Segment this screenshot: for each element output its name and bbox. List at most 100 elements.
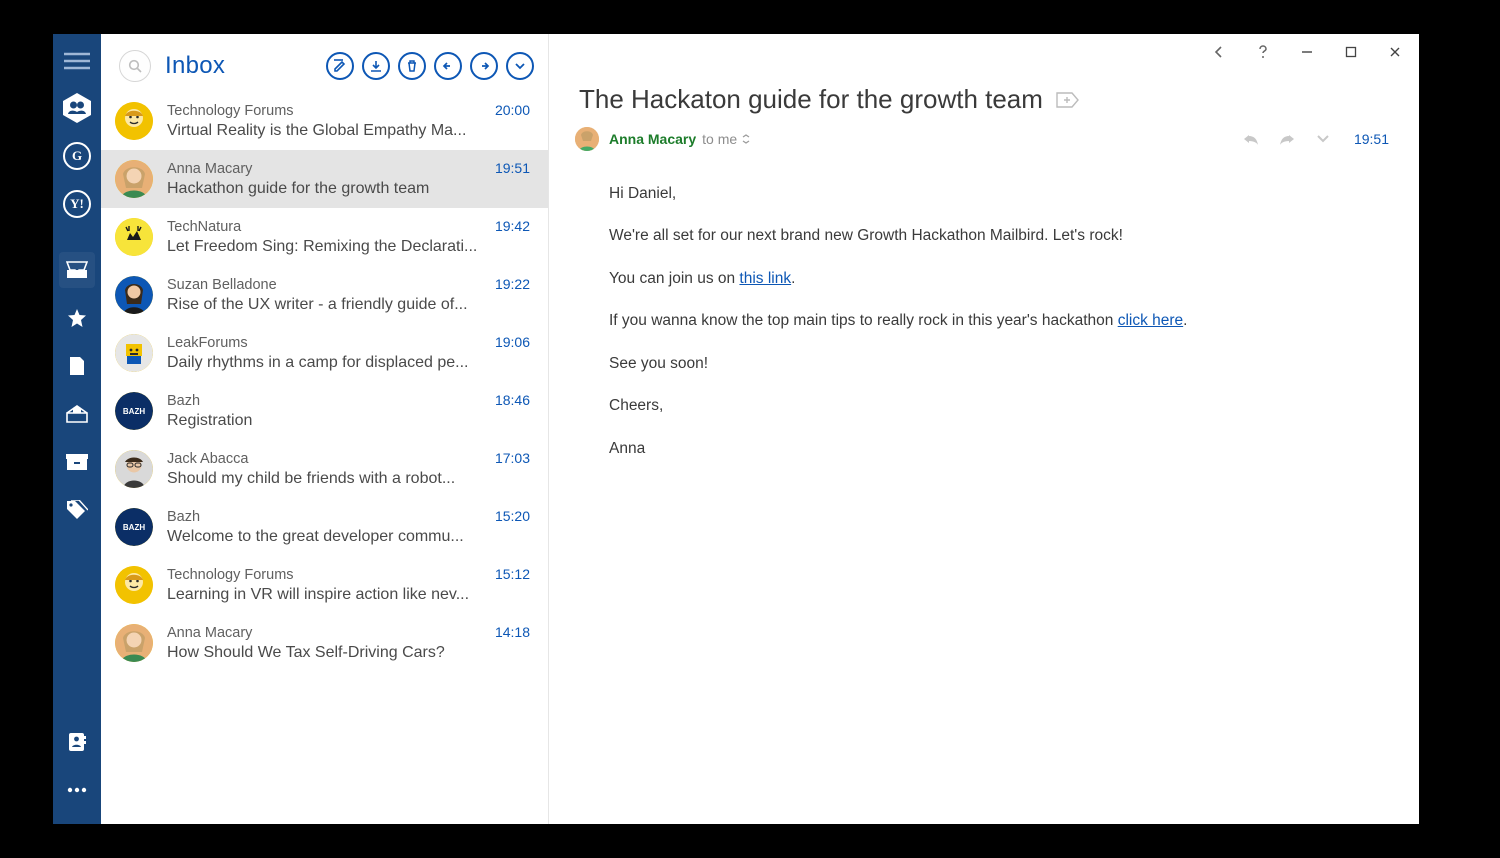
message-item[interactable]: TechNatura 19:42 Let Freedom Sing: Remixin… xyxy=(101,208,548,266)
message-sender: Anna Macary xyxy=(167,161,252,177)
sender-avatar xyxy=(575,127,599,151)
app-window: G Y! xyxy=(53,34,1419,824)
back-button[interactable] xyxy=(1201,38,1237,66)
message-list-pane: Inbox Technology Forums 20:00 Virtual Real… xyxy=(101,34,549,824)
message-sender: TechNatura xyxy=(167,219,241,235)
trash-icon xyxy=(405,59,419,73)
message-sender: Jack Abacca xyxy=(167,451,248,467)
message-time: 19:51 xyxy=(495,160,530,176)
nav-more[interactable] xyxy=(59,772,95,808)
nav-contacts[interactable] xyxy=(59,724,95,760)
hamburger-menu-button[interactable] xyxy=(64,52,90,70)
maximize-button[interactable] xyxy=(1333,38,1369,66)
message-subject: Virtual Reality is the Global Empathy Ma… xyxy=(167,122,530,140)
message-sender: LeakForums xyxy=(167,335,248,351)
folder-title: Inbox xyxy=(165,52,225,80)
compose-button[interactable] xyxy=(326,52,354,80)
list-header: Inbox xyxy=(101,34,548,92)
tips-link[interactable]: click here xyxy=(1118,312,1183,329)
reply-button[interactable] xyxy=(434,52,462,80)
search-icon xyxy=(128,59,142,73)
more-actions-button[interactable] xyxy=(506,52,534,80)
message-item[interactable]: BAZHBazh15:20Welcome to the great develo… xyxy=(101,498,548,556)
nav-sent[interactable] xyxy=(59,396,95,432)
download-icon xyxy=(369,59,383,73)
chevron-down-icon xyxy=(513,59,527,73)
message-subject: Should my child be friends with a robot.… xyxy=(167,470,530,488)
message-subject: Rise of the UX writer - a friendly guide… xyxy=(167,296,530,314)
message-subject: Learning in VR will inspire action like … xyxy=(167,586,530,604)
minimize-button[interactable] xyxy=(1289,38,1325,66)
reply-icon xyxy=(441,59,455,73)
message-time: 17:03 xyxy=(495,450,530,466)
message-subject: Registration xyxy=(167,412,530,430)
body-p4: See you soon! xyxy=(609,353,1389,375)
message-time: 15:12 xyxy=(495,566,530,582)
expand-meta-button[interactable] xyxy=(741,133,755,145)
nav-archive[interactable] xyxy=(59,444,95,480)
message-time: 20:00 xyxy=(495,102,530,118)
email-time: 19:51 xyxy=(1354,131,1389,147)
email-reply-button[interactable] xyxy=(1240,129,1262,149)
message-time: 19:22 xyxy=(495,276,530,292)
svg-text:BAZH: BAZH xyxy=(123,407,145,416)
search-button[interactable] xyxy=(119,50,151,82)
avatar xyxy=(115,102,153,140)
message-item[interactable]: Anna Macary 14:18 How Should We Tax Self-D… xyxy=(101,614,548,672)
message-sender: Technology Forums xyxy=(167,567,294,583)
nav-drafts[interactable] xyxy=(59,348,95,384)
body-p6: Anna xyxy=(609,438,1389,460)
delete-button[interactable] xyxy=(398,52,426,80)
message-time: 15:20 xyxy=(495,508,530,524)
add-label-button[interactable] xyxy=(1055,90,1081,110)
email-subject: The Hackaton guide for the growth team xyxy=(579,84,1043,115)
close-button[interactable] xyxy=(1377,38,1413,66)
message-time: 19:42 xyxy=(495,218,530,234)
google-account-icon: G xyxy=(63,142,91,170)
forward-button[interactable] xyxy=(470,52,498,80)
chevron-down-icon xyxy=(1316,134,1330,144)
avatar: BAZH xyxy=(115,392,153,430)
nav-tags[interactable] xyxy=(59,492,95,528)
help-button[interactable] xyxy=(1245,38,1281,66)
body-greeting: Hi Daniel, xyxy=(609,183,1389,205)
message-subject: Daily rhythms in a camp for displaced pe… xyxy=(167,354,530,372)
recipient-label: to me xyxy=(702,131,737,147)
account-google[interactable]: G xyxy=(59,138,95,174)
email-body: Hi Daniel, We're all set for our next br… xyxy=(549,159,1419,510)
account-all[interactable] xyxy=(59,90,95,126)
email-more-button[interactable] xyxy=(1312,129,1334,149)
message-list[interactable]: Technology Forums 20:00 Virtual Reality is… xyxy=(101,92,548,824)
message-item[interactable]: Anna Macary 19:51 Hackathon guide for the … xyxy=(101,150,548,208)
sender-name[interactable]: Anna Macary xyxy=(609,131,696,147)
body-p2: You can join us on this link. xyxy=(609,268,1389,290)
message-time: 14:18 xyxy=(495,624,530,640)
archive-button[interactable] xyxy=(362,52,390,80)
body-p5: Cheers, xyxy=(609,395,1389,417)
content-pane: The Hackaton guide for the growth team A… xyxy=(549,34,1419,824)
avatar xyxy=(115,334,153,372)
avatar xyxy=(115,624,153,662)
forward-icon xyxy=(1278,132,1296,146)
message-sender: Anna Macary xyxy=(167,625,252,641)
message-subject: How Should We Tax Self-Driving Cars? xyxy=(167,644,530,662)
message-item[interactable]: BAZHBazh18:46Registration xyxy=(101,382,548,440)
email-header: The Hackaton guide for the growth team xyxy=(549,70,1419,125)
join-link[interactable]: this link xyxy=(739,270,791,287)
nav-inbox[interactable] xyxy=(59,252,95,288)
avatar xyxy=(115,450,153,488)
email-forward-button[interactable] xyxy=(1276,129,1298,149)
message-subject: Let Freedom Sing: Remixing the Declarati… xyxy=(167,238,530,256)
svg-text:BAZH: BAZH xyxy=(123,523,145,532)
message-item[interactable]: Suzan Belladone19:22Rise of the UX write… xyxy=(101,266,548,324)
message-item[interactable]: LeakForums19:06Daily rhythms in a camp f… xyxy=(101,324,548,382)
message-item[interactable]: Jack Abacca 17:03 Should my child be frien… xyxy=(101,440,548,498)
message-item[interactable]: Technology Forums 15:12 Learning in VR wil… xyxy=(101,556,548,614)
nav-starred[interactable] xyxy=(59,300,95,336)
message-item[interactable]: Technology Forums20:00Virtual Reality is… xyxy=(101,92,548,150)
avatar xyxy=(115,160,153,198)
account-yahoo[interactable]: Y! xyxy=(59,186,95,222)
compose-icon xyxy=(333,59,347,73)
message-subject: Hackathon guide for the growth team xyxy=(167,180,530,198)
message-time: 18:46 xyxy=(495,392,530,408)
